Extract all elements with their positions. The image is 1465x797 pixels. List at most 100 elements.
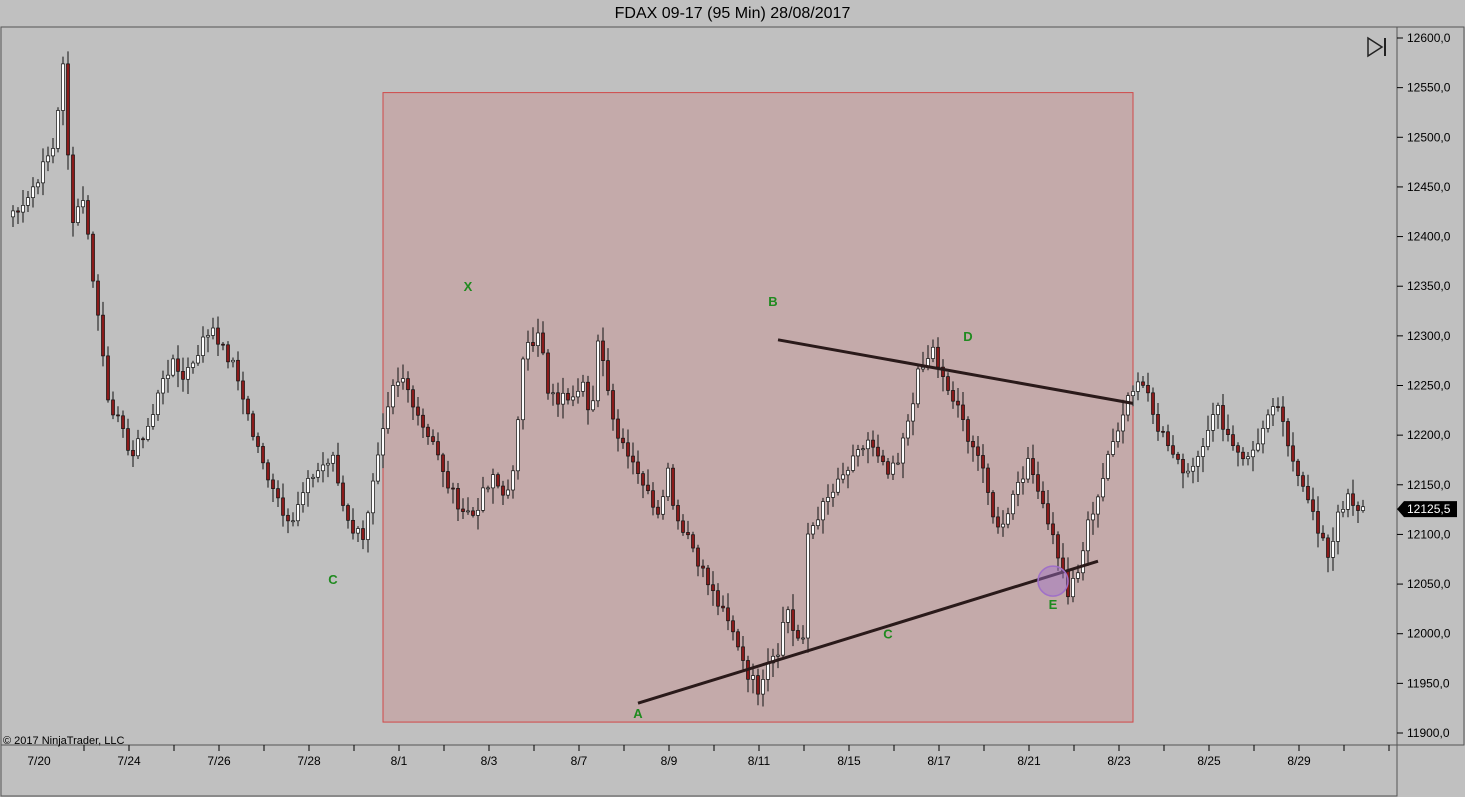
candle [1346, 488, 1350, 518]
candle [1176, 451, 1180, 465]
candle [286, 508, 290, 534]
candle-body [1176, 453, 1180, 460]
candle-body [1046, 503, 1050, 525]
candle-body [1206, 430, 1210, 447]
candle-body [1191, 465, 1195, 472]
candle [376, 442, 380, 485]
candle-body [321, 464, 325, 472]
candle-body [441, 454, 445, 472]
wave-label-a: A [633, 706, 643, 721]
candle-body [1051, 523, 1055, 536]
candle [1196, 450, 1200, 483]
candle-body [511, 470, 515, 491]
pattern-zone [382, 92, 1134, 723]
candle [1241, 447, 1245, 466]
candle-body [701, 565, 705, 569]
candle-body [221, 343, 225, 346]
y-tick-label: 12250,0 [1407, 379, 1451, 393]
candle-body [1181, 459, 1185, 474]
candle [666, 462, 670, 501]
candle-body [401, 378, 405, 383]
candle-body [1231, 434, 1235, 447]
candle-body [516, 419, 520, 472]
candle-body [1016, 482, 1020, 495]
candle [1246, 452, 1250, 466]
candle [196, 345, 200, 366]
candle-body [431, 436, 435, 442]
candle [1156, 403, 1160, 441]
y-tick-label: 12100,0 [1407, 527, 1451, 541]
candle-body [736, 631, 740, 648]
candle [266, 459, 270, 488]
y-tick-label: 12400,0 [1407, 230, 1451, 244]
candle-body [366, 512, 370, 540]
candle-body [351, 519, 355, 534]
x-tick-label: 8/9 [661, 754, 678, 768]
y-tick-label: 11900,0 [1407, 726, 1450, 740]
candle [121, 410, 125, 438]
candle-body [386, 406, 390, 429]
candle [1271, 397, 1275, 426]
candle-body [461, 508, 465, 512]
candle-body [1281, 406, 1285, 422]
candle [51, 137, 55, 164]
candle [1281, 396, 1285, 437]
candle-body [1276, 406, 1280, 408]
candle-body [1101, 478, 1105, 498]
candle [346, 503, 350, 529]
candle-body [611, 390, 615, 420]
candle [216, 316, 220, 356]
candle-body [276, 488, 280, 499]
candle [101, 301, 105, 367]
candle-body [661, 496, 665, 515]
price-chart[interactable]: C X B D A C E 12600,0 12550,0 12500,0 12450,0 1240… [0, 0, 1465, 797]
candle [281, 483, 285, 527]
x-tick-label: 8/15 [837, 754, 861, 768]
candle-body [1001, 523, 1005, 528]
y-tick-label: 12050,0 [1407, 577, 1451, 591]
candle-body [1201, 446, 1205, 457]
candle-body [496, 474, 500, 487]
candle-body [96, 280, 100, 316]
candle [91, 231, 95, 288]
candle-body [801, 637, 805, 640]
candle-body [256, 436, 260, 447]
candle [1141, 376, 1145, 388]
candle-body [1226, 428, 1230, 435]
candle-body [1271, 406, 1275, 416]
candle-body [866, 439, 870, 450]
candle-body [216, 327, 220, 345]
candle-body [601, 340, 605, 361]
x-tick-label: 8/25 [1197, 754, 1221, 768]
candle-body [861, 448, 865, 451]
candle-body [1241, 451, 1245, 460]
candle [41, 148, 45, 196]
candle-body [846, 470, 850, 476]
candle-body [291, 520, 295, 523]
candle-body [76, 206, 80, 223]
candle-body [1236, 445, 1240, 453]
candle-body [1286, 421, 1290, 447]
candle-body [806, 533, 810, 639]
candle [546, 349, 550, 400]
candle [246, 395, 250, 421]
candle-body [856, 449, 860, 457]
candle-body [1146, 385, 1150, 394]
candle-body [201, 336, 205, 356]
x-tick-label: 8/23 [1107, 754, 1131, 768]
candle-body [1141, 381, 1145, 386]
candle-body [311, 476, 315, 479]
candle-body [986, 467, 990, 493]
candle-body [961, 404, 965, 420]
candle-body [676, 505, 680, 522]
skip-to-end-button[interactable] [1366, 36, 1390, 58]
candle-body [231, 359, 235, 363]
candle-body [326, 462, 330, 466]
candle [1251, 441, 1255, 472]
candle-body [716, 590, 720, 607]
candle [1311, 487, 1315, 521]
candle-body [261, 446, 265, 464]
candle-body [686, 532, 690, 536]
candle-body [956, 400, 960, 406]
candle-body [316, 470, 320, 478]
